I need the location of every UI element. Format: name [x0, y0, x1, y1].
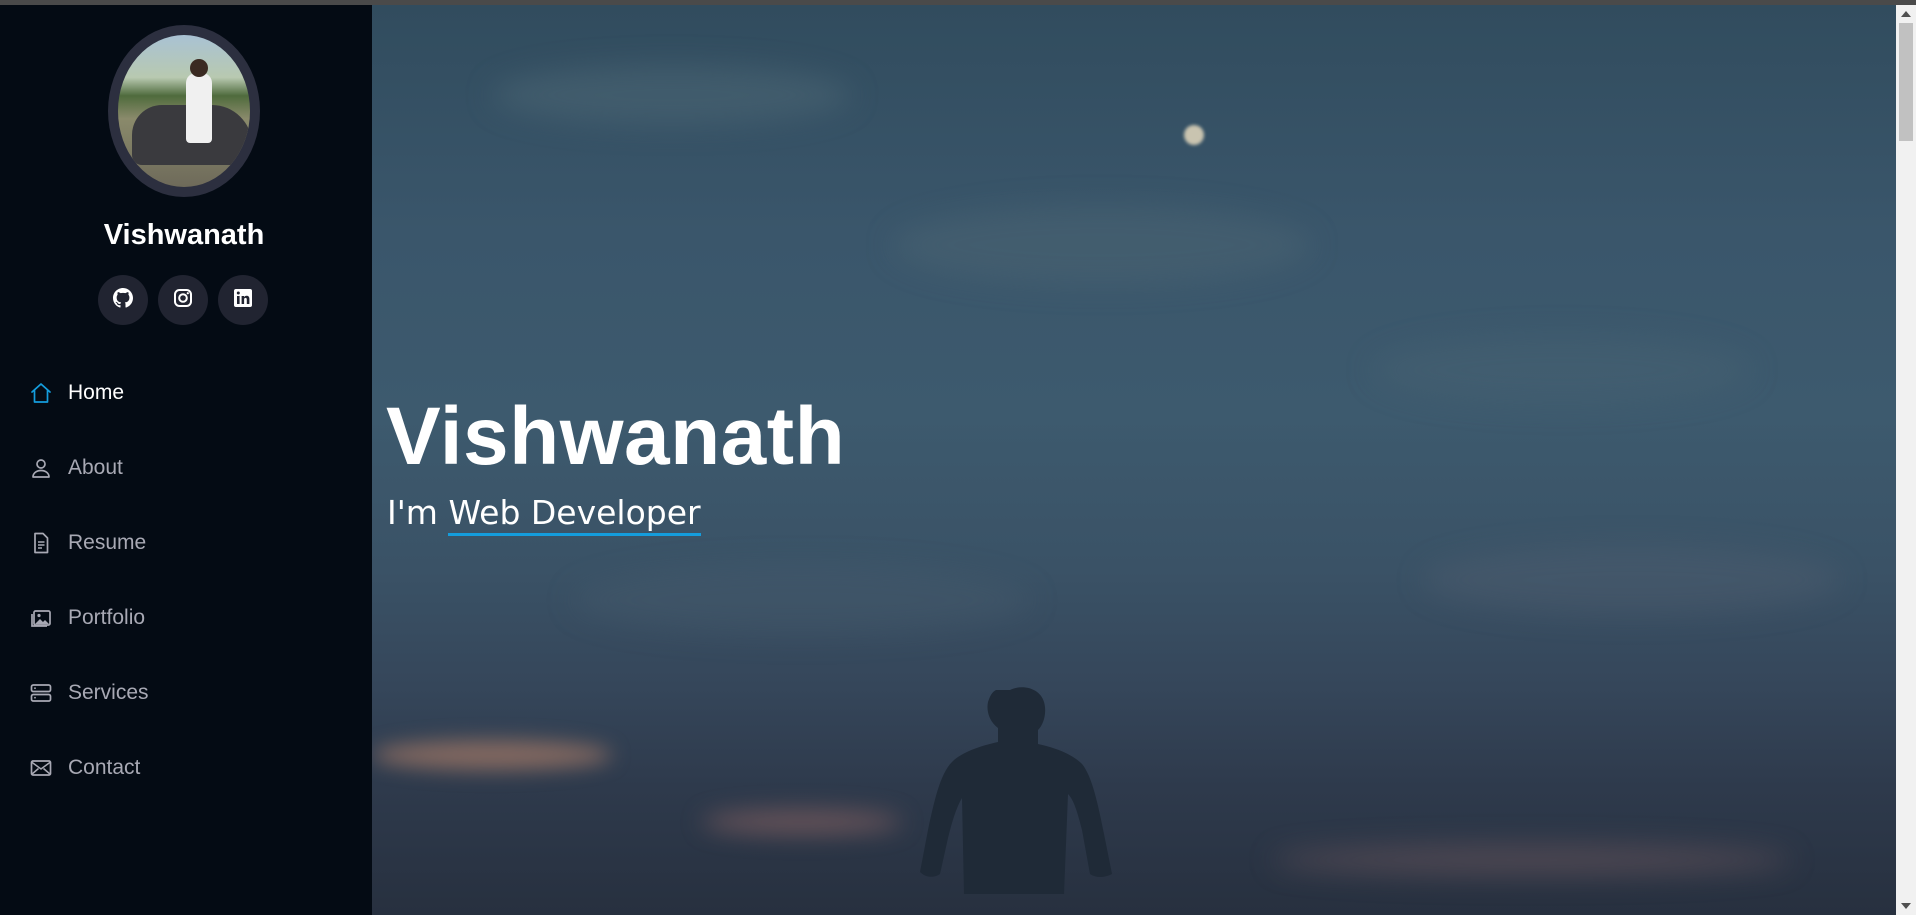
linkedin-icon [233, 288, 253, 313]
nav-label-resume: Resume [68, 530, 147, 554]
nav-label-portfolio: Portfolio [68, 605, 146, 629]
person-silhouette [920, 687, 1112, 894]
server-icon [28, 680, 54, 706]
scroll-up-arrow[interactable] [1901, 11, 1911, 17]
nav-label-home: Home [68, 380, 125, 404]
moon [1184, 125, 1204, 145]
sidebar: Vishwanath Home About Resume Portfolio S… [0, 5, 372, 915]
instagram-icon [173, 288, 193, 313]
file-icon [28, 530, 54, 556]
scrollbar[interactable] [1896, 5, 1916, 915]
sidebar-nav: Home About Resume Portfolio Services Con… [0, 355, 372, 805]
social-links [98, 275, 268, 325]
nav-item-home[interactable]: Home [0, 355, 372, 430]
images-icon [28, 605, 54, 631]
instagram-link[interactable] [158, 275, 208, 325]
avatar [118, 35, 250, 187]
nav-item-resume[interactable]: Resume [0, 505, 372, 580]
nav-label-about: About [68, 455, 123, 479]
nav-label-contact: Contact [68, 755, 141, 779]
typed-text: Web Developer [448, 493, 701, 536]
linkedin-link[interactable] [218, 275, 268, 325]
nav-label-services: Services [68, 680, 149, 704]
github-icon [113, 287, 133, 313]
hero-subtitle-prefix: I'm [387, 493, 438, 532]
sidebar-name: Vishwanath [103, 219, 265, 251]
scroll-down-arrow[interactable] [1901, 903, 1911, 909]
nav-item-about[interactable]: About [0, 430, 372, 505]
window-top-border [0, 0, 1916, 5]
envelope-icon [28, 755, 54, 781]
home-icon [28, 380, 54, 406]
scroll-thumb[interactable] [1899, 23, 1913, 141]
nav-item-contact[interactable]: Contact [0, 730, 372, 805]
person-icon [28, 455, 54, 481]
github-link[interactable] [98, 275, 148, 325]
avatar-frame [108, 25, 260, 197]
nav-item-services[interactable]: Services [0, 655, 372, 730]
hero-title: Vishwanath [386, 391, 846, 482]
hero-subtitle: I'm Web Developer [387, 493, 701, 536]
nav-item-portfolio[interactable]: Portfolio [0, 580, 372, 655]
hero-section: Vishwanath I'm Web Developer [372, 5, 1896, 915]
